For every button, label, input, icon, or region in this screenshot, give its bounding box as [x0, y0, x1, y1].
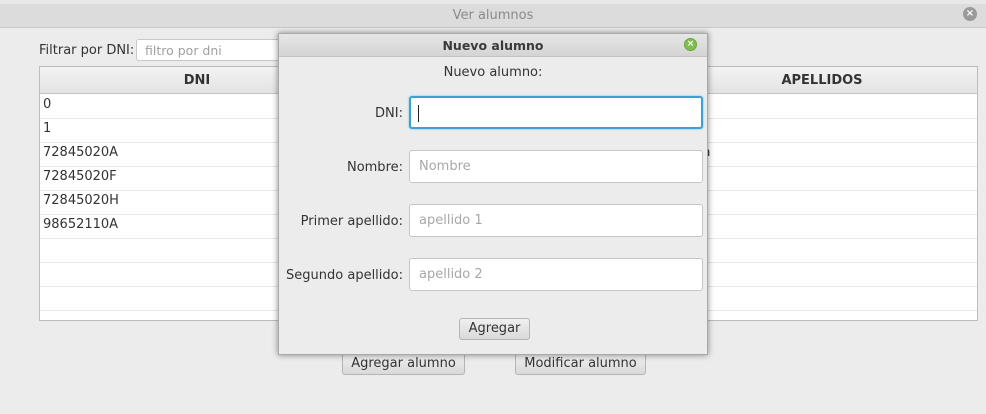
dni-label: DNI:: [375, 106, 403, 121]
text-cursor: [418, 105, 419, 122]
modify-student-button[interactable]: Modificar alumno: [515, 353, 646, 375]
dni-field[interactable]: [409, 96, 703, 129]
segundo-apellido-field[interactable]: [409, 258, 703, 291]
close-icon[interactable]: ×: [963, 7, 977, 21]
column-header-apellidos[interactable]: APELLIDOS: [666, 73, 977, 88]
agregar-button[interactable]: Agregar: [459, 318, 530, 340]
filter-dni-input[interactable]: [136, 39, 286, 61]
close-icon[interactable]: ×: [684, 38, 697, 51]
cell-dni: 72845020A: [43, 145, 119, 160]
nombre-label: Nombre:: [346, 160, 403, 175]
primer-apellido-label: Primer apellido:: [300, 214, 403, 229]
segundo-apellido-label: Segundo apellido:: [286, 268, 403, 283]
cell-dni: 0: [43, 97, 52, 112]
main-window-title: Ver alumnos: [452, 8, 534, 23]
add-student-button[interactable]: Agregar alumno: [342, 353, 465, 375]
main-window-titlebar: Ver alumnos ×: [0, 4, 986, 28]
new-student-dialog: Nuevo alumno × Nuevo alumno: DNI: Nombre…: [278, 33, 708, 355]
cell-dni: 1: [43, 121, 52, 136]
primer-apellido-field[interactable]: [409, 204, 703, 237]
cell-dni: 72845020F: [43, 169, 117, 184]
dialog-title: Nuevo alumno: [442, 38, 544, 53]
dialog-heading: Nuevo alumno:: [443, 65, 543, 80]
nombre-field[interactable]: [409, 150, 703, 183]
filter-label: Filtrar por DNI:: [39, 43, 135, 58]
cell-dni: 72845020H: [43, 193, 119, 208]
cell-dni: 98652110A: [43, 217, 119, 232]
dialog-titlebar: Nuevo alumno ×: [279, 34, 707, 57]
